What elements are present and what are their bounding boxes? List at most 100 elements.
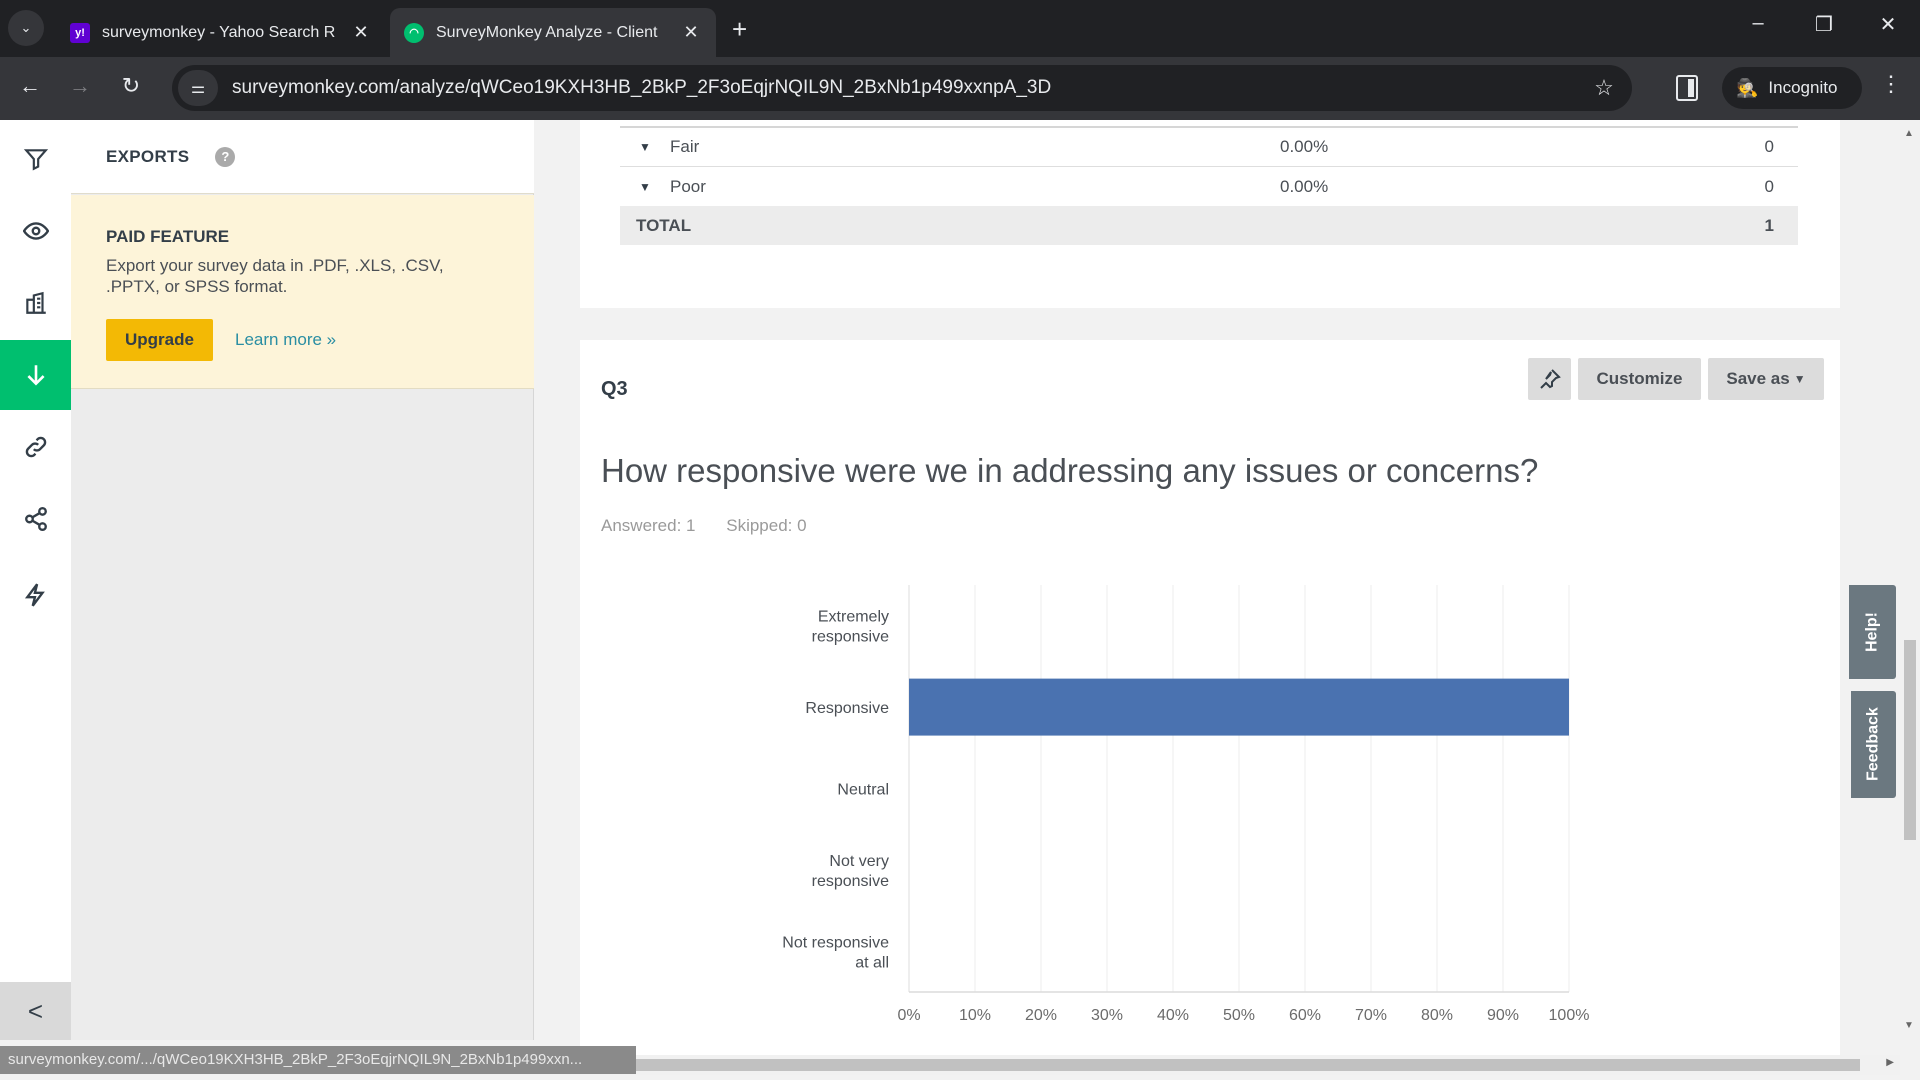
incognito-badge[interactable]: 🕵 Incognito — [1722, 67, 1862, 109]
browser-tab-yahoo[interactable]: y! surveymonkey - Yahoo Search R ✕ — [56, 8, 386, 57]
left-icon-rail — [0, 120, 71, 982]
new-tab-button[interactable]: + — [732, 14, 747, 45]
bar-responsive — [909, 678, 1569, 736]
x-tick-label: 70% — [1355, 1007, 1387, 1024]
help-icon[interactable]: ? — [215, 146, 236, 167]
category-label: responsive — [812, 873, 889, 890]
share-icon — [24, 506, 47, 532]
previous-question-card: ▼ Fair 0.00% 0 ▼ Poor 0.00% 0 TOTAL 1 — [580, 120, 1840, 308]
paid-feature-title: PAID FEATURE — [106, 227, 230, 246]
help-tab-label: Help! — [1863, 612, 1881, 652]
url-text[interactable]: surveymonkey.com/analyze/qWCeo19KXH3HB_2… — [232, 77, 1584, 99]
category-label: Responsive — [805, 700, 889, 717]
browser-tab-bar: ⌄ y! surveymonkey - Yahoo Search R ✕ ◠ S… — [0, 0, 1920, 57]
rail-links[interactable] — [0, 412, 71, 482]
lightning-icon — [24, 583, 45, 607]
x-tick-label: 90% — [1487, 1007, 1519, 1024]
rail-filter[interactable] — [0, 124, 71, 194]
yahoo-icon: y! — [70, 22, 90, 43]
tab-title: surveymonkey - Yahoo Search R — [102, 23, 336, 41]
download-icon — [26, 365, 45, 386]
scroll-down-icon[interactable]: ▼ — [1904, 1020, 1914, 1031]
rail-exports[interactable] — [0, 340, 71, 410]
rail-reports[interactable] — [0, 268, 71, 338]
exports-header: EXPORTS ? — [71, 120, 534, 194]
link-icon — [25, 436, 46, 458]
x-tick-label: 100% — [1549, 1007, 1590, 1024]
paid-feature-description: Export your survey data in .PDF, .XLS, .… — [106, 256, 444, 296]
vertical-scrollbar[interactable]: ▲ ▼ — [1900, 120, 1920, 1040]
browser-toolbar: ← → ↻ ⚌ surveymonkey.com/analyze/qWCeo19… — [0, 57, 1920, 120]
restore-icon[interactable]: ❐ — [1804, 12, 1844, 37]
category-label: Not very — [829, 853, 889, 870]
x-tick-label: 60% — [1289, 1007, 1321, 1024]
learn-more-link[interactable]: Learn more » — [235, 330, 336, 350]
chevron-down-icon: ⌄ — [20, 20, 32, 35]
feedback-tab-label: Feedback — [1864, 707, 1882, 782]
rail-view[interactable] — [0, 196, 71, 266]
upgrade-button[interactable]: Upgrade — [106, 319, 213, 361]
report-icon — [25, 291, 46, 314]
x-tick-label: 40% — [1157, 1007, 1189, 1024]
incognito-icon: 🕵 — [1736, 77, 1759, 98]
site-settings-icon[interactable]: ⚌ — [178, 70, 218, 106]
row-percent: 0.00% — [1280, 137, 1329, 156]
feedback-tab[interactable]: Feedback — [1851, 691, 1896, 798]
exports-title: EXPORTS — [106, 146, 190, 166]
browser-tab-surveymonkey[interactable]: ◠ SurveyMonkey Analyze - Client ✕ — [390, 8, 716, 57]
row-percent: 0.00% — [1280, 177, 1329, 196]
caret-down-icon[interactable]: ▼ — [620, 180, 670, 194]
category-label: Not responsive — [782, 934, 889, 951]
row-label: Fair — [670, 137, 700, 156]
table-total-row: TOTAL 1 — [620, 206, 1798, 245]
x-tick-label: 50% — [1223, 1007, 1255, 1024]
total-count: 1 — [1764, 215, 1774, 235]
category-label: Extremely — [818, 609, 889, 626]
help-tab[interactable]: Help! — [1849, 585, 1896, 679]
row-count: 0 — [1764, 137, 1774, 156]
x-tick-label: 10% — [959, 1007, 991, 1024]
browser-menu-icon[interactable]: ⋮ — [1880, 71, 1902, 97]
responsiveness-bar-chart: 0% 10% 20% 30% 40% 50% 60% 70% 80% 90% 100% Extreme… — [782, 585, 1590, 1024]
close-tab-icon[interactable]: ✕ — [350, 22, 372, 43]
side-panel-icon[interactable] — [1676, 75, 1698, 101]
forward-icon[interactable]: → — [64, 73, 96, 99]
close-window-icon[interactable]: ✕ — [1868, 12, 1908, 37]
tab-title: SurveyMonkey Analyze - Client — [436, 23, 658, 41]
chevron-left-icon: < — [27, 995, 44, 1026]
paid-feature-banner: PAID FEATURE Export your survey data in … — [71, 195, 534, 389]
exports-panel: EXPORTS ? PAID FEATURE Export your surve… — [71, 120, 534, 1040]
scroll-up-icon[interactable]: ▲ — [1904, 128, 1914, 139]
close-tab-icon[interactable]: ✕ — [680, 22, 702, 43]
table-row: ▼ Fair 0.00% 0 — [620, 128, 1798, 167]
reload-icon[interactable]: ↻ — [115, 73, 147, 99]
surveymonkey-icon: ◠ — [404, 22, 424, 43]
results-main: ▼ Fair 0.00% 0 ▼ Poor 0.00% 0 TOTAL 1 Q3 — [534, 120, 1900, 1060]
caret-down-icon[interactable]: ▼ — [620, 140, 670, 154]
scroll-right-icon[interactable]: ▶ — [1886, 1057, 1894, 1068]
category-label: responsive — [812, 629, 889, 646]
question-card-q3: Q3 Customize Save as ▼ How responsive we… — [580, 340, 1840, 1060]
minimize-icon[interactable]: – — [1738, 12, 1778, 35]
collapse-sidebar-button[interactable]: < — [0, 982, 71, 1040]
table-row: ▼ Poor 0.00% 0 — [620, 168, 1798, 207]
tab-search-button[interactable]: ⌄ — [8, 10, 44, 46]
row-count: 0 — [1764, 177, 1774, 196]
address-bar[interactable]: ⚌ surveymonkey.com/analyze/qWCeo19KXH3HB… — [172, 65, 1632, 111]
scrollbar-thumb[interactable] — [1904, 640, 1916, 840]
x-tick-label: 0% — [897, 1007, 920, 1024]
filter-icon — [23, 149, 48, 171]
total-label: TOTAL — [636, 215, 692, 235]
back-icon[interactable]: ← — [14, 73, 46, 99]
x-tick-label: 20% — [1025, 1007, 1057, 1024]
eye-icon — [22, 222, 49, 240]
rail-automations[interactable] — [0, 560, 71, 630]
category-label: Neutral — [837, 782, 889, 799]
bookmark-star-icon[interactable]: ☆ — [1584, 75, 1624, 101]
row-label: Poor — [670, 177, 706, 196]
x-tick-label: 30% — [1091, 1007, 1123, 1024]
table-row-partial — [620, 120, 1798, 128]
category-label: at all — [855, 954, 889, 971]
incognito-label: Incognito — [1768, 78, 1838, 97]
rail-share[interactable] — [0, 484, 71, 554]
